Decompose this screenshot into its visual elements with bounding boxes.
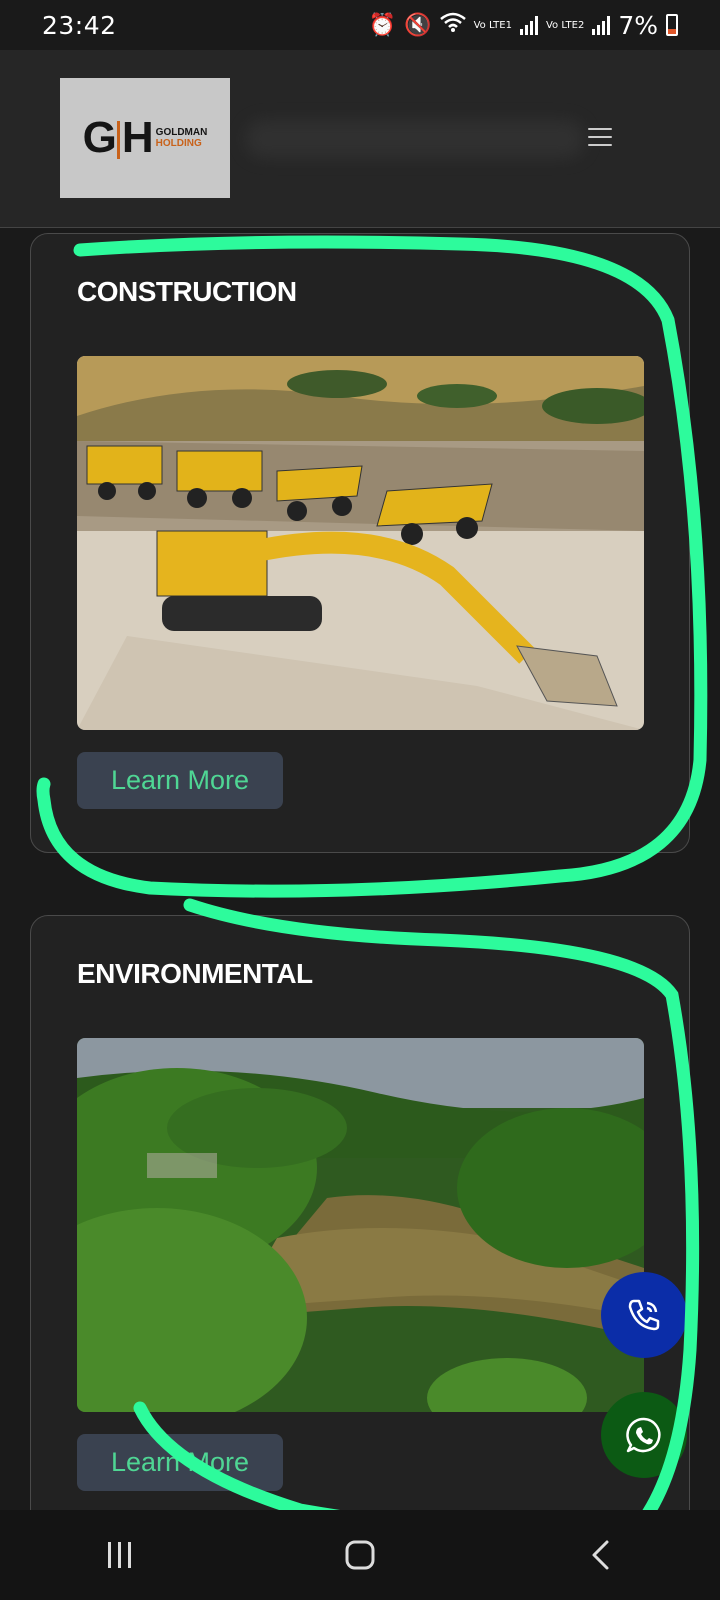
- environmental-card: ENVIRONMENTAL Learn More: [30, 915, 690, 1535]
- phone-call-icon: [628, 1299, 660, 1331]
- blurred-nav-area: [245, 120, 585, 158]
- learn-more-button[interactable]: Learn More: [77, 1434, 283, 1491]
- back-icon[interactable]: [560, 1525, 640, 1585]
- hamburger-menu-icon[interactable]: [588, 128, 612, 148]
- home-icon[interactable]: [320, 1525, 400, 1585]
- goldman-holding-logo[interactable]: GH GOLDMAN HOLDING: [60, 78, 230, 198]
- status-time: 23:42: [42, 10, 117, 40]
- battery-icon: [666, 14, 678, 36]
- signal-icon-1: [519, 15, 538, 35]
- recent-apps-icon[interactable]: [80, 1525, 160, 1585]
- river-forest-photo: [77, 1038, 644, 1412]
- construction-card: CONSTRUCTION Learn More: [30, 233, 690, 853]
- system-nav-bar: [0, 1510, 720, 1600]
- card-title: ENVIRONMENTAL: [77, 958, 313, 989]
- battery-percent: 7%: [618, 10, 658, 40]
- status-icons: ⏰ 🔇 Vo LTE1 Vo LTE2 7%: [369, 11, 678, 40]
- whatsapp-button[interactable]: [601, 1392, 687, 1478]
- construction-equipment-photo: [77, 356, 644, 730]
- whatsapp-icon: [626, 1417, 661, 1453]
- alarm-icon: ⏰: [368, 12, 397, 38]
- card-title: CONSTRUCTION: [77, 276, 297, 307]
- signal-icon-2: [592, 15, 611, 35]
- network-label-2: Vo LTE2: [545, 19, 585, 31]
- learn-more-button[interactable]: Learn More: [77, 752, 283, 809]
- network-label-1: Vo LTE1: [473, 19, 512, 31]
- logo-mark: GH: [82, 113, 154, 162]
- status-bar: 23:42 ⏰ 🔇 Vo LTE1 Vo LTE2 7%: [0, 0, 720, 50]
- phone-call-button[interactable]: [601, 1272, 687, 1358]
- mute-icon: 🔇: [404, 12, 432, 38]
- wifi-icon: [439, 11, 466, 39]
- site-header: GH GOLDMAN HOLDING: [0, 50, 720, 228]
- logo-wordmark: GOLDMAN HOLDING: [155, 127, 208, 149]
